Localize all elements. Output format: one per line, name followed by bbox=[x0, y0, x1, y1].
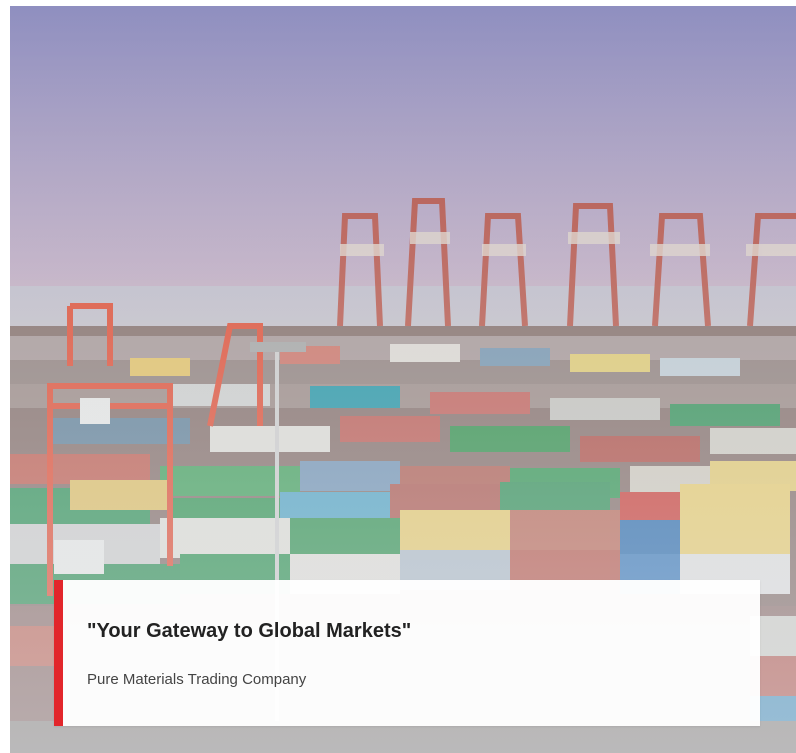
hero-section: "Your Gateway to Global Markets" Pure Ma… bbox=[0, 0, 796, 753]
caption-accent-bar bbox=[54, 580, 63, 726]
company-name: Pure Materials Trading Company bbox=[87, 671, 307, 688]
caption-card: "Your Gateway to Global Markets" Pure Ma… bbox=[54, 580, 760, 726]
tagline-quote: "Your Gateway to Global Markets" bbox=[87, 620, 412, 642]
